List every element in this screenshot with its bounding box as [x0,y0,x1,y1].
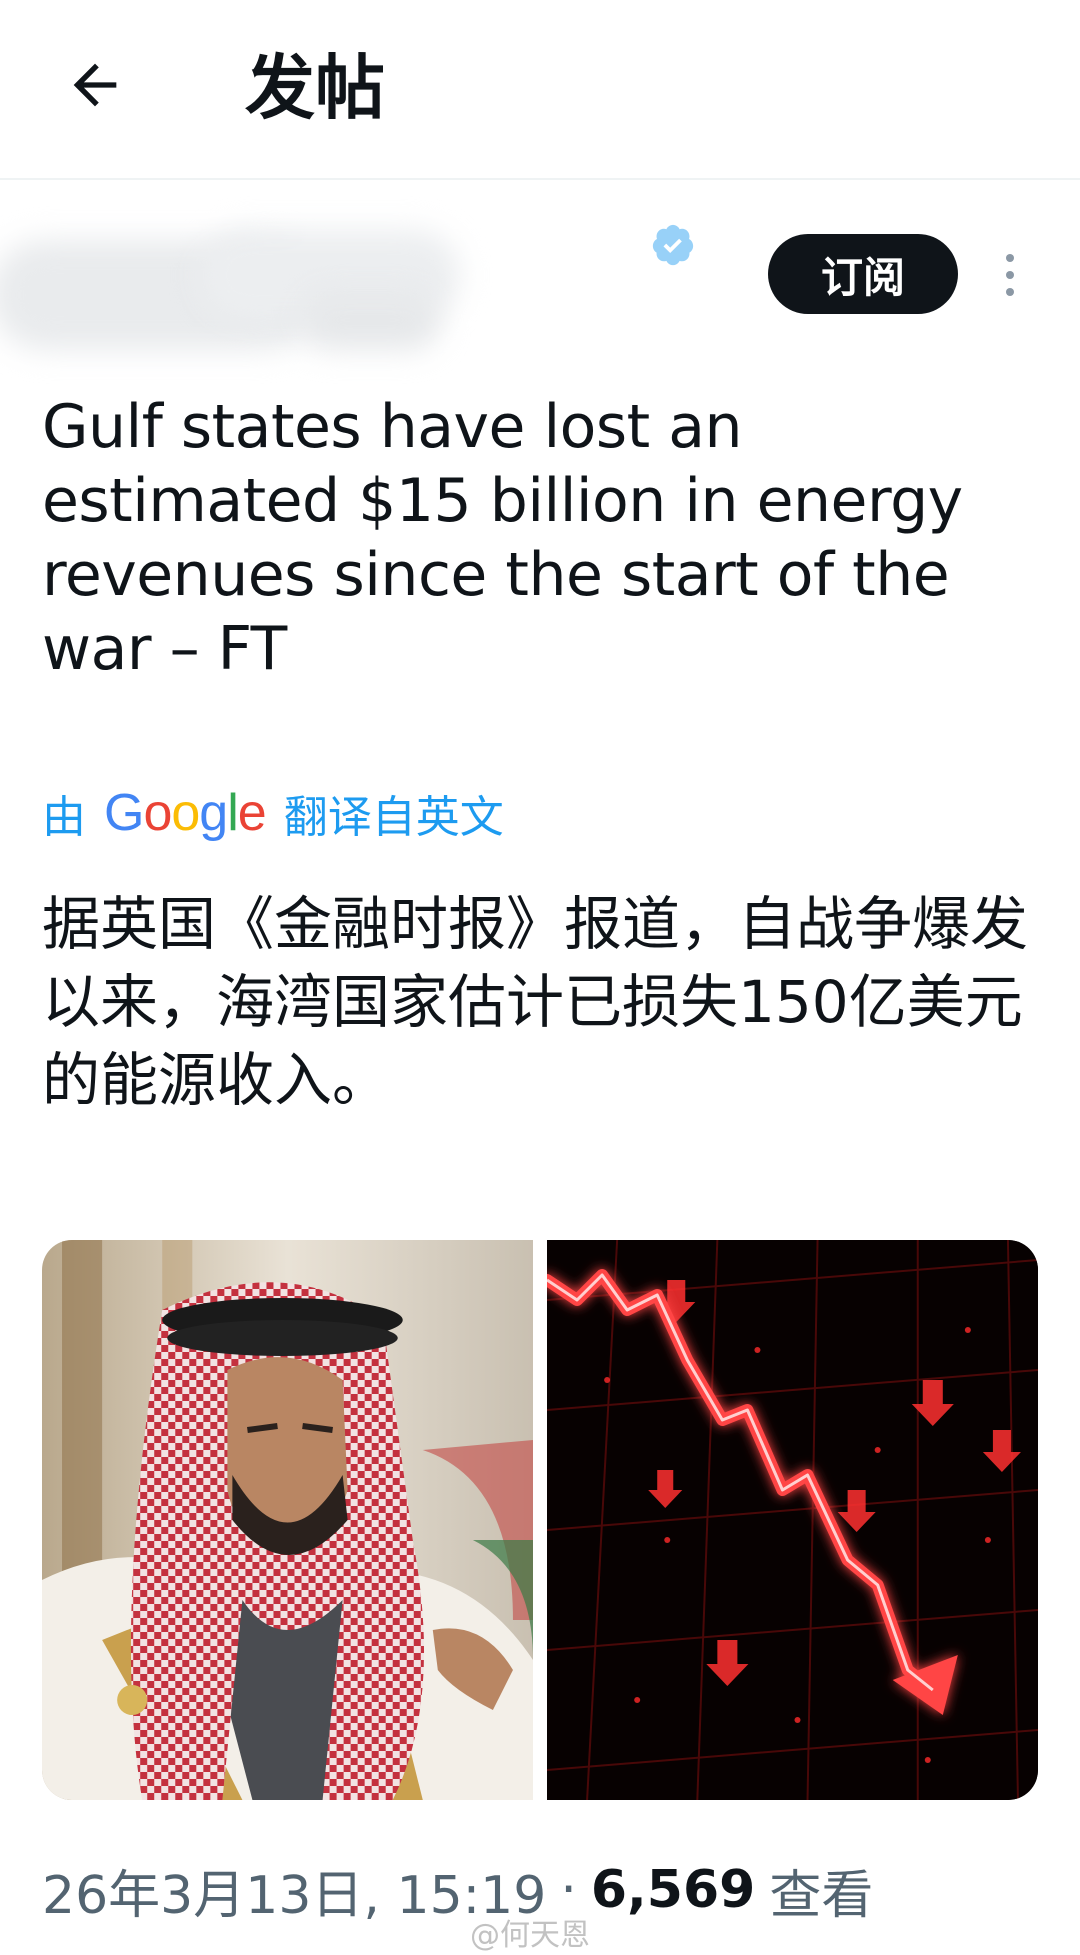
watermark: @何天恩 [470,1918,590,1953]
views-label: 查看 [769,1865,874,1926]
views-count: 6,569 [590,1860,756,1920]
author-identity-blurred[interactable] [0,230,680,360]
tweet-text: Gulf states have lost an estimated $15 b… [42,392,963,684]
translation-prefix: 由 [42,792,86,843]
page-title: 发帖 [245,47,385,129]
arrow-left-icon [73,63,117,107]
back-button[interactable] [55,45,135,125]
more-vertical-icon[interactable] [990,240,1030,310]
author-row: 订阅 [0,210,1080,360]
translation-attribution[interactable]: 由 Google 翻译自英文 [42,783,504,843]
top-app-bar: 发帖 [0,0,1080,180]
subscribe-button[interactable]: 订阅 [768,234,958,314]
tweet-meta: 26年3月13日, 15:19 · 6,569 查看 [42,1855,874,1926]
google-logo: Google [104,784,267,842]
media-image-falling-chart[interactable] [547,1240,1038,1800]
media-grid [42,1240,1038,1800]
verified-badge-icon [652,224,694,266]
translation-suffix: 翻译自英文 [283,792,504,843]
media-image-portrait[interactable] [42,1240,533,1800]
translated-text: 据英国《金融时报》报道，自战争爆发以来，海湾国家估计已损失150亿美元的能源收入… [42,890,1029,1114]
